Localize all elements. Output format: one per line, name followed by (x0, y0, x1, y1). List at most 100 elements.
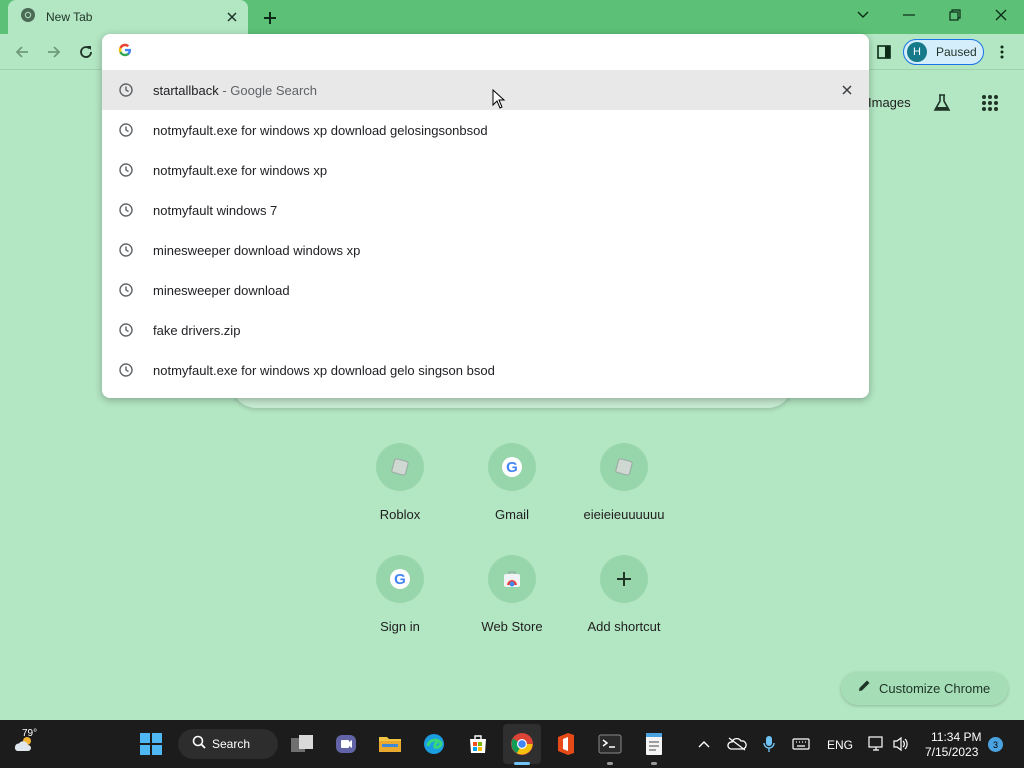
search-label: Search (212, 737, 251, 751)
shortcut-gmail[interactable]: G Gmail (456, 443, 568, 555)
history-icon (118, 362, 134, 378)
windows-start-icon[interactable] (135, 728, 167, 760)
tray-overflow-chevron-icon[interactable] (688, 728, 720, 760)
forward-button[interactable] (40, 38, 68, 66)
new-tab-button[interactable] (256, 4, 284, 32)
minimize-button[interactable] (886, 0, 932, 30)
onedrive-off-icon[interactable] (721, 728, 753, 760)
profile-status: Paused (936, 45, 977, 59)
profile-button[interactable]: H Paused (903, 39, 984, 65)
teams-chat-icon[interactable] (330, 728, 362, 760)
shortcut-sign-in[interactable]: G Sign in (344, 555, 456, 667)
history-icon (118, 322, 134, 338)
history-icon (118, 242, 134, 258)
images-link[interactable]: Images (868, 95, 911, 110)
remove-suggestion-icon[interactable] (837, 80, 857, 100)
suggestion-text: notmyfault.exe for windows xp download g… (153, 362, 495, 378)
chrome-taskbar-icon[interactable] (506, 728, 538, 760)
restore-button[interactable] (932, 0, 978, 30)
volume-icon[interactable] (885, 728, 917, 760)
customize-label: Customize Chrome (879, 681, 991, 696)
terminal-running-indicator (607, 762, 613, 765)
omnibox-dropdown: startallback - Google Search notmyfault.… (102, 34, 869, 398)
back-button[interactable] (8, 38, 36, 66)
svg-text:G: G (506, 459, 518, 476)
tab-title: New Tab (46, 10, 93, 24)
suggestion-text: fake drivers.zip (153, 322, 241, 338)
shortcut-web-store[interactable]: Web Store (456, 555, 568, 667)
history-icon (118, 162, 134, 178)
file-explorer-icon[interactable] (374, 728, 406, 760)
google-icon: G (376, 555, 424, 603)
suggestion-row[interactable]: notmyfault.exe for windows xp (102, 150, 869, 190)
tab-search-chevron-icon[interactable] (840, 0, 886, 30)
shortcut-label: Add shortcut (587, 619, 661, 634)
suggestion-hint: - Google Search (218, 82, 318, 98)
tab-new-tab[interactable]: New Tab (8, 0, 248, 34)
add-shortcut-button[interactable]: Add shortcut (568, 555, 680, 667)
shortcut-label: Web Store (481, 619, 543, 634)
shortcut-roblox[interactable]: Roblox (344, 443, 456, 555)
google-icon: G (488, 443, 536, 491)
suggestion-row[interactable]: fake drivers.zip (102, 310, 869, 350)
terminal-icon[interactable] (594, 728, 626, 760)
suggestion-text: startallback (153, 82, 219, 98)
omnibox-input-row[interactable] (102, 34, 869, 70)
roblox-icon (600, 443, 648, 491)
history-icon (118, 122, 134, 138)
history-icon (118, 282, 134, 298)
reload-button[interactable] (72, 38, 100, 66)
chrome-running-indicator (514, 762, 530, 765)
google-g-icon (118, 43, 132, 62)
notepad-running-indicator (651, 762, 657, 765)
notepad-icon[interactable] (638, 728, 670, 760)
close-tab-icon[interactable] (220, 5, 244, 29)
tab-strip: New Tab (0, 0, 1024, 34)
edge-icon[interactable] (418, 728, 450, 760)
mouse-cursor-icon (492, 88, 506, 114)
suggestion-text: notmyfault.exe for windows xp download g… (153, 122, 488, 138)
shortcut-label: Sign in (380, 619, 420, 634)
avatar: H (907, 42, 927, 62)
notification-badge[interactable]: 3 (988, 737, 1003, 752)
menu-dots-icon[interactable] (988, 38, 1016, 66)
roblox-icon (376, 443, 424, 491)
svg-text:G: G (394, 571, 406, 588)
close-window-button[interactable] (978, 0, 1024, 30)
microphone-icon[interactable] (753, 728, 785, 760)
suggestion-row[interactable]: minesweeper download windows xp (102, 230, 869, 270)
pencil-icon (857, 679, 871, 698)
suggestion-text: minesweeper download windows xp (153, 242, 361, 258)
suggestion-text: minesweeper download (153, 282, 290, 298)
history-icon (118, 82, 134, 98)
suggestion-row[interactable]: notmyfault windows 7 (102, 190, 869, 230)
shortcut-label: Gmail (495, 507, 529, 522)
chrome-icon (20, 7, 36, 28)
touch-keyboard-icon[interactable] (785, 728, 817, 760)
plus-icon (600, 555, 648, 603)
taskbar-search-button[interactable]: Search (178, 729, 278, 759)
task-view-icon[interactable] (286, 728, 318, 760)
suggestion-row[interactable]: notmyfault.exe for windows xp download g… (102, 110, 869, 150)
suggestion-row[interactable]: notmyfault.exe for windows xp download g… (102, 350, 869, 390)
office-icon[interactable] (550, 728, 582, 760)
suggestion-row[interactable]: minesweeper download (102, 270, 869, 310)
shortcut-label: Roblox (379, 507, 421, 522)
history-icon (118, 202, 134, 218)
taskbar: 79° Search ENG 11:34 PM 7/15/2023 3 (0, 720, 1024, 768)
search-icon (192, 735, 206, 754)
suggestion-row[interactable]: startallback - Google Search (102, 70, 869, 110)
suggestion-text: notmyfault windows 7 (153, 202, 278, 218)
clock-time[interactable]: 11:34 PM (931, 730, 981, 744)
microsoft-store-icon[interactable] (462, 728, 494, 760)
suggestion-text: notmyfault.exe for windows xp (153, 162, 328, 178)
customize-chrome-button[interactable]: Customize Chrome (841, 672, 1008, 705)
side-panel-icon[interactable] (870, 38, 898, 66)
weather-temp: 79° (22, 728, 38, 739)
webstore-icon (488, 555, 536, 603)
language-indicator[interactable]: ENG (827, 738, 853, 752)
shortcut-eieieieuuuuuu[interactable]: eieieieuuuuuu (568, 443, 680, 555)
apps-grid-icon[interactable] (977, 90, 1003, 116)
clock-date[interactable]: 7/15/2023 (925, 745, 978, 759)
labs-flask-icon[interactable] (929, 90, 955, 116)
